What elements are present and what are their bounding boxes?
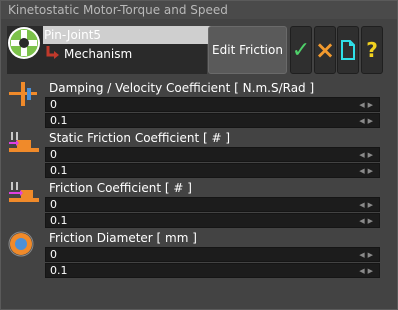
- edit-friction-label: Edit Friction: [212, 43, 283, 57]
- friction-diameter-icon: [8, 231, 34, 257]
- spinner-arrows-icon[interactable]: ◀▶: [359, 167, 376, 175]
- friction-diameter-value: 0: [50, 248, 57, 261]
- dialog-window: Kinetostatic Motor-Torque and Speed Pin-…: [0, 0, 398, 310]
- damping-value-field[interactable]: 0 ◀▶: [45, 97, 380, 112]
- checkmark-icon: ✓: [291, 37, 311, 63]
- static-friction-increment-field[interactable]: 0.1 ◀▶: [45, 163, 380, 178]
- spinner-arrows-icon[interactable]: ◀▶: [359, 267, 376, 275]
- static-friction-value: 0: [50, 148, 57, 161]
- document-icon: [341, 40, 355, 60]
- friction-coefficient-increment: 0.1: [50, 214, 68, 227]
- friction-diameter-value-field[interactable]: 0 ◀▶: [45, 247, 380, 262]
- spinner-arrows-icon[interactable]: ◀▶: [359, 117, 376, 125]
- cancel-button[interactable]: ×: [314, 26, 336, 74]
- edit-friction-button[interactable]: Edit Friction: [208, 26, 287, 74]
- spinner-arrows-icon[interactable]: ◀▶: [359, 201, 376, 209]
- damping-label: Damping / Velocity Coefficient [ N.m.S/R…: [49, 81, 315, 95]
- close-icon: ×: [314, 36, 336, 64]
- static-friction-value-field[interactable]: 0 ◀▶: [45, 147, 380, 162]
- friction-coefficient-value-field[interactable]: 0 ◀▶: [45, 197, 380, 212]
- friction-coefficient-label: Friction Coefficient [ # ]: [49, 181, 192, 195]
- friction-coefficient-increment-field[interactable]: 0.1 ◀▶: [45, 213, 380, 228]
- mechanism-arrow-icon: [46, 46, 59, 59]
- static-friction-icon: [9, 132, 39, 152]
- friction-icon: [9, 182, 39, 202]
- spinner-arrows-icon[interactable]: ◀▶: [359, 101, 376, 109]
- friction-coefficient-value: 0: [50, 198, 57, 211]
- help-icon: ?: [366, 38, 378, 62]
- joint-tree[interactable]: Pin-Joint5 Mechanism: [7, 26, 211, 74]
- new-document-button[interactable]: [337, 26, 359, 74]
- damping-row: Damping / Velocity Coefficient [ N.m.S/R…: [7, 80, 383, 128]
- window-title: Kinetostatic Motor-Torque and Speed: [1, 1, 397, 19]
- friction-diameter-label: Friction Diameter [ mm ]: [49, 231, 197, 245]
- damping-increment: 0.1: [50, 114, 68, 127]
- static-friction-label: Static Friction Coefficient [ # ]: [49, 131, 231, 145]
- spinner-arrows-icon[interactable]: ◀▶: [359, 151, 376, 159]
- static-friction-increment: 0.1: [50, 164, 68, 177]
- damping-increment-field[interactable]: 0.1 ◀▶: [45, 113, 380, 128]
- static-friction-row: Static Friction Coefficient [ # ] 0 ◀▶ 0…: [7, 130, 383, 178]
- friction-diameter-increment: 0.1: [50, 264, 68, 277]
- friction-diameter-increment-field[interactable]: 0.1 ◀▶: [45, 263, 380, 278]
- ok-button[interactable]: ✓: [290, 26, 312, 74]
- tree-item-joint[interactable]: Pin-Joint5: [44, 28, 101, 42]
- damping-icon: [9, 82, 37, 106]
- tree-item-mechanism[interactable]: Mechanism: [64, 47, 132, 61]
- spinner-arrows-icon[interactable]: ◀▶: [359, 217, 376, 225]
- spinner-arrows-icon[interactable]: ◀▶: [359, 251, 376, 259]
- friction-coefficient-row: Friction Coefficient [ # ] 0 ◀▶ 0.1 ◀▶: [7, 180, 383, 228]
- pin-joint-icon: [8, 27, 40, 59]
- damping-value: 0: [50, 98, 57, 111]
- help-button[interactable]: ?: [361, 26, 383, 74]
- friction-diameter-row: Friction Diameter [ mm ] 0 ◀▶ 0.1 ◀▶: [7, 230, 383, 278]
